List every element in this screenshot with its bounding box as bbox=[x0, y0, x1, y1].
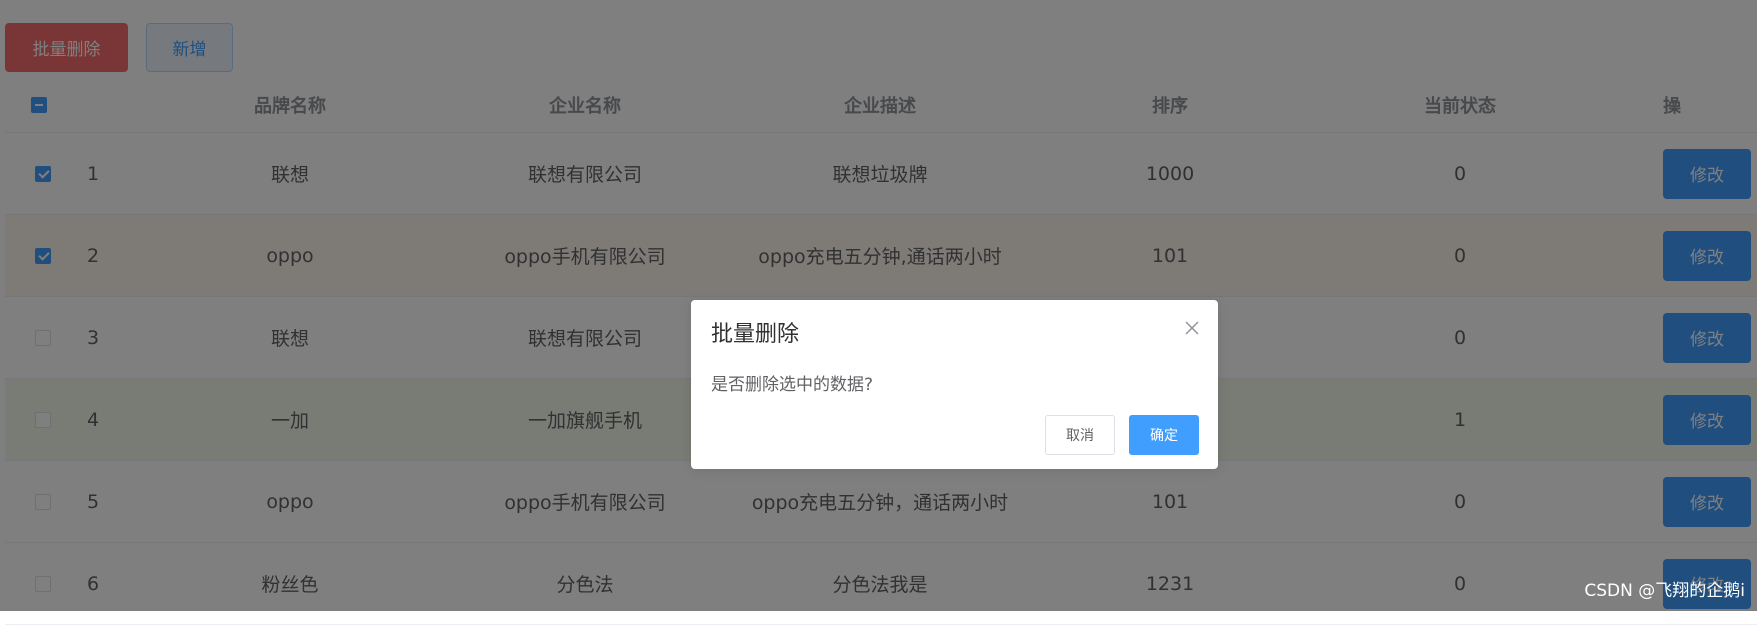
batch-delete-dialog: 批量删除 是否删除选中的数据? 取消 确定 bbox=[691, 300, 1218, 469]
dialog-message: 是否删除选中的数据? bbox=[711, 375, 874, 395]
watermark: CSDN @飞翔的企鹅i bbox=[1584, 581, 1745, 601]
close-icon[interactable] bbox=[1184, 320, 1200, 336]
dialog-title: 批量删除 bbox=[711, 322, 800, 347]
confirm-button[interactable]: 确定 bbox=[1129, 415, 1199, 455]
brand-management-page: 批量删除 新增 品牌名称 企业名称 企业描述 排序 当前状态 操 1 联想 联想… bbox=[0, 0, 1757, 625]
cancel-button[interactable]: 取消 bbox=[1045, 415, 1115, 455]
